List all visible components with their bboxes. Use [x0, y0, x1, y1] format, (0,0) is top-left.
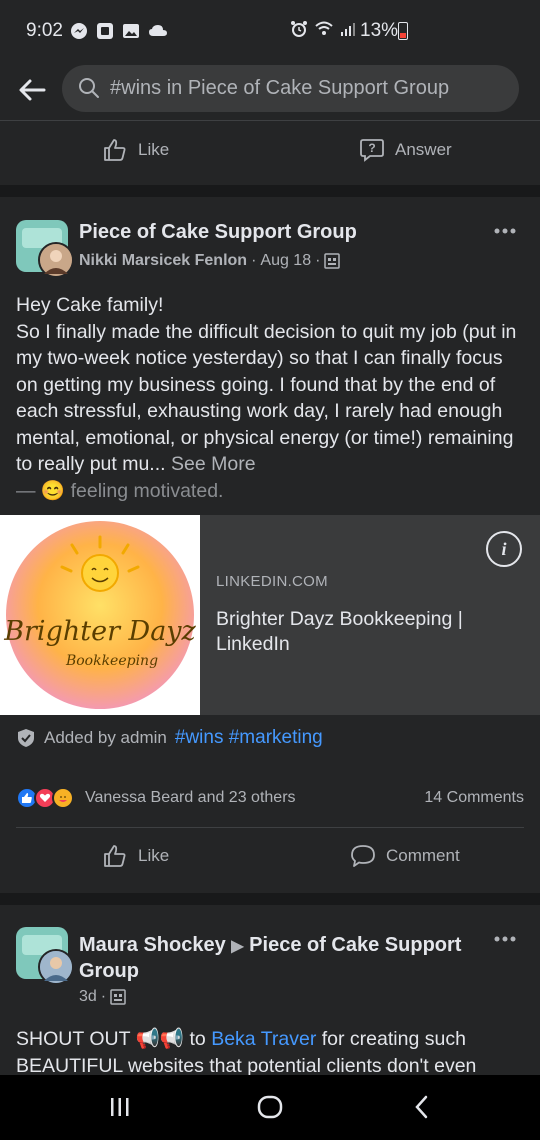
logo-text-brand: Brighter Dayz	[3, 616, 196, 647]
feeling-activity: — 😊 feeling motivated.	[16, 479, 224, 502]
post-header-title: Maura Shockey ▶ Piece of Cake Support Gr…	[79, 933, 479, 984]
search-header: #wins in Piece of Cake Support Group	[0, 60, 540, 120]
logo-text-sub: Bookkeeping	[65, 653, 158, 669]
signal-icon	[341, 23, 355, 36]
system-icons	[290, 20, 356, 38]
comment-button[interactable]: Comment	[350, 843, 460, 869]
search-query: #wins in Piece of Cake Support Group	[110, 77, 450, 99]
added-by-admin-label: Added by admin	[44, 728, 167, 747]
status-bar: 9:02 13%	[0, 0, 540, 60]
care-reaction-icon	[52, 787, 74, 809]
post-text-prefix: SHOUT OUT 📢📢 to	[16, 1028, 212, 1050]
reaction-names: Vanessa Beard and 23 others	[85, 789, 296, 806]
system-nav-bar	[0, 1075, 540, 1140]
group-audience-icon	[324, 253, 341, 269]
like-button[interactable]: Like	[102, 843, 169, 869]
author-name[interactable]: Maura Shockey	[79, 934, 226, 956]
more-options-icon[interactable]	[494, 935, 516, 943]
search-input[interactable]: #wins in Piece of Cake Support Group	[62, 65, 519, 112]
post-text-main: So I finally made the difficult decision…	[16, 320, 517, 476]
meta-separator: ·	[100, 988, 107, 1005]
gallery-icon	[123, 24, 139, 38]
wifi-icon	[315, 21, 333, 35]
post-text: SHOUT OUT 📢📢 to Beka Traver for creating…	[16, 1026, 528, 1079]
author-name[interactable]: Nikki Marsicek Fenlon	[79, 252, 247, 270]
arrow-separator: ▶	[231, 938, 244, 955]
post-card: Piece of Cake Support Group Nikki Marsic…	[0, 197, 540, 893]
post-date[interactable]: Aug 18	[260, 252, 311, 270]
svg-text:?: ?	[368, 141, 375, 155]
previous-post-actions: Like ? Answer	[0, 120, 540, 185]
cloud-icon	[149, 25, 167, 36]
post-text-greeting: Hey Cake family!	[16, 294, 164, 316]
reactions-summary[interactable]: Vanessa Beard and 23 others 14 Comments	[16, 787, 524, 811]
author-avatar[interactable]	[38, 949, 74, 985]
divider	[16, 827, 524, 828]
comment-count[interactable]: 14 Comments	[424, 789, 524, 807]
back-arrow-icon[interactable]	[16, 74, 48, 106]
like-button[interactable]: Like	[102, 137, 169, 163]
recent-apps-icon[interactable]	[108, 1095, 132, 1119]
shield-icon	[18, 729, 34, 747]
app-icon	[97, 23, 113, 39]
comment-label: Comment	[386, 846, 460, 865]
question-bubble-icon: ?	[360, 139, 384, 162]
group-name[interactable]: Piece of Cake Support Group	[79, 221, 357, 244]
battery-icon	[398, 22, 408, 40]
admin-topics-row: Added by admin #wins #marketing	[16, 727, 323, 749]
like-label: Like	[138, 846, 170, 865]
post-text-content: So I finally made the difficult decision…	[16, 319, 528, 478]
status-time: 9:02	[26, 20, 63, 41]
group-audience-icon	[110, 989, 126, 1005]
person-icon	[40, 244, 72, 276]
answer-label: Answer	[395, 140, 452, 159]
meta-separator: ·	[251, 252, 257, 269]
post-meta: Nikki Marsicek Fenlon · Aug 18 ·	[79, 252, 341, 270]
mention-link[interactable]: Beka Traver	[211, 1028, 316, 1050]
comment-icon	[351, 845, 375, 867]
topic-tags[interactable]: #wins #marketing	[175, 727, 323, 749]
messenger-icon	[71, 23, 87, 39]
group-name-line2[interactable]: Group	[79, 960, 139, 982]
see-more-link[interactable]: See More	[171, 453, 256, 475]
thumbs-up-icon	[104, 845, 126, 867]
link-preview-card[interactable]: Brighter Dayz Bookkeeping i LINKEDIN.COM…	[0, 515, 540, 715]
post-text: Hey Cake family! So I finally made the d…	[16, 292, 528, 504]
post-meta: 3d ·	[79, 988, 126, 1006]
link-title[interactable]: Brighter Dayz Bookkeeping | LinkedIn	[216, 607, 516, 657]
thumbs-up-icon	[104, 139, 126, 161]
person-icon	[40, 951, 72, 983]
answer-button[interactable]: ? Answer	[359, 137, 452, 163]
notification-icons	[70, 22, 168, 40]
group-name[interactable]: Piece of Cake Support	[249, 934, 461, 956]
reaction-icons	[16, 787, 74, 809]
link-preview-image[interactable]: Brighter Dayz Bookkeeping	[0, 515, 200, 715]
search-icon	[79, 78, 99, 98]
home-icon[interactable]	[256, 1095, 284, 1119]
more-options-icon[interactable]	[494, 227, 516, 235]
info-icon[interactable]: i	[486, 531, 522, 567]
post-card: Maura Shockey ▶ Piece of Cake Support Gr…	[0, 905, 540, 1077]
link-domain: LINKEDIN.COM	[216, 573, 328, 590]
post-date[interactable]: 3d	[79, 988, 97, 1006]
like-label: Like	[138, 140, 170, 159]
back-nav-icon[interactable]	[410, 1095, 434, 1119]
alarm-icon	[291, 21, 307, 37]
author-avatar[interactable]	[38, 242, 74, 278]
battery-percent: 13%	[360, 20, 399, 41]
meta-separator-2: ·	[315, 252, 321, 269]
brighter-dayz-logo: Brighter Dayz Bookkeeping	[3, 521, 197, 709]
